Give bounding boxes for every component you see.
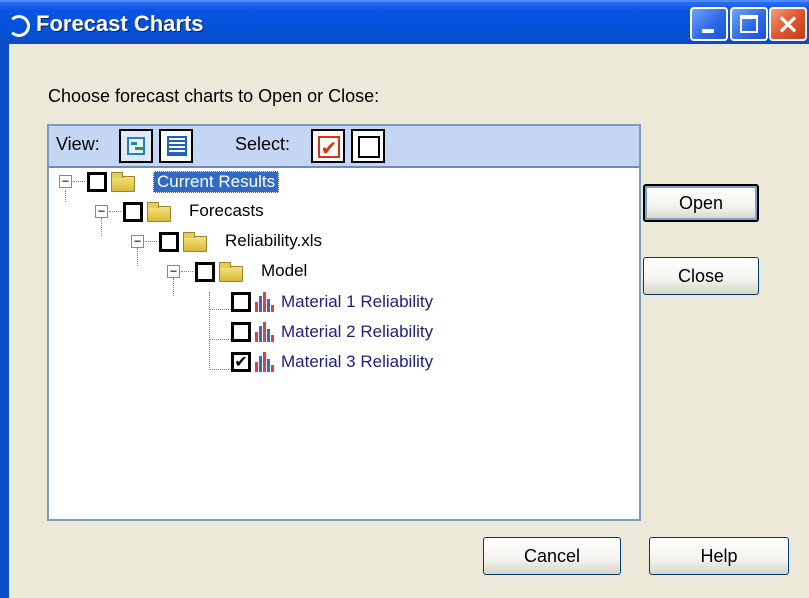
close-button[interactable]: Close (643, 257, 759, 295)
tree-node-current-results[interactable]: − Current Results (49, 168, 639, 196)
tree-node-chart[interactable]: Material 2 Reliability (49, 318, 639, 346)
chart-label[interactable]: Material 3 Reliability (281, 352, 433, 372)
chart-checkbox[interactable] (231, 292, 251, 312)
folder-icon (147, 202, 171, 222)
folder-icon (111, 172, 135, 192)
minimize-icon (702, 29, 714, 33)
select-all-button[interactable]: ✔ (311, 129, 345, 163)
tree-connector (109, 211, 121, 212)
help-button[interactable]: Help (649, 537, 789, 575)
select-label: Select: (235, 134, 291, 154)
node-label[interactable]: Forecasts (189, 201, 264, 221)
close-icon: × (776, 7, 800, 40)
window-frame (0, 44, 9, 598)
chart-checkbox[interactable] (231, 322, 251, 342)
title-bar[interactable]: Forecast Charts × (0, 0, 809, 44)
list-view-icon (167, 136, 187, 156)
instruction-text: Choose forecast charts to Open or Close: (48, 86, 380, 106)
node-checkbox[interactable] (195, 262, 215, 282)
cancel-button[interactable]: Cancel (483, 537, 621, 575)
tree-connector (181, 271, 193, 272)
collapse-toggle[interactable]: − (95, 205, 108, 218)
tree-node-model[interactable]: − Model (49, 258, 639, 286)
maximize-icon (740, 15, 758, 33)
node-label[interactable]: Current Results (153, 171, 280, 193)
tree-node-workbook[interactable]: − Reliability.xls (49, 228, 639, 256)
panel-toolbar: View: Select: ✔ (49, 126, 639, 168)
tree-connector (73, 181, 85, 182)
chart-label[interactable]: Material 2 Reliability (281, 322, 433, 342)
node-label[interactable]: Reliability.xls (225, 231, 322, 251)
dialog-body: Choose forecast charts to Open or Close:… (9, 44, 809, 598)
select-none-button[interactable] (351, 129, 385, 163)
collapse-toggle[interactable]: − (59, 175, 72, 188)
node-checkbox[interactable] (159, 232, 179, 252)
chart-checkbox[interactable]: ✔ (231, 352, 251, 372)
app-icon (8, 15, 30, 37)
tree-connector (145, 241, 157, 242)
chart-selection-panel: View: Select: ✔ − Current Results − Fore… (47, 124, 641, 521)
tree-node-forecasts[interactable]: − Forecasts (49, 198, 639, 226)
check-all-icon: ✔ (318, 136, 340, 158)
node-label[interactable]: Model (261, 261, 307, 281)
window-title: Forecast Charts (36, 11, 204, 36)
bar-chart-icon (255, 352, 275, 372)
chart-label[interactable]: Material 1 Reliability (281, 292, 433, 312)
minimize-button[interactable] (690, 7, 728, 41)
collapse-toggle[interactable]: − (131, 235, 144, 248)
maximize-button[interactable] (730, 7, 768, 41)
tree-node-chart[interactable]: ✔ Material 3 Reliability (49, 348, 639, 376)
list-view-button[interactable] (159, 129, 193, 163)
collapse-toggle[interactable]: − (167, 265, 180, 278)
open-button[interactable]: Open (643, 184, 759, 222)
close-window-button[interactable]: × (769, 7, 807, 41)
chart-tree: − Current Results − Forecasts − Reliabil… (49, 168, 639, 519)
bar-chart-icon (255, 322, 275, 342)
view-label: View: (56, 134, 100, 154)
tree-node-chart[interactable]: Material 1 Reliability (49, 288, 639, 316)
folder-icon (219, 262, 243, 282)
node-checkbox[interactable] (87, 172, 107, 192)
tree-view-button[interactable] (119, 129, 153, 163)
folder-icon (183, 232, 207, 252)
node-checkbox[interactable] (123, 202, 143, 222)
bar-chart-icon (255, 292, 275, 312)
uncheck-all-icon (358, 136, 380, 158)
tree-view-icon (127, 137, 145, 155)
